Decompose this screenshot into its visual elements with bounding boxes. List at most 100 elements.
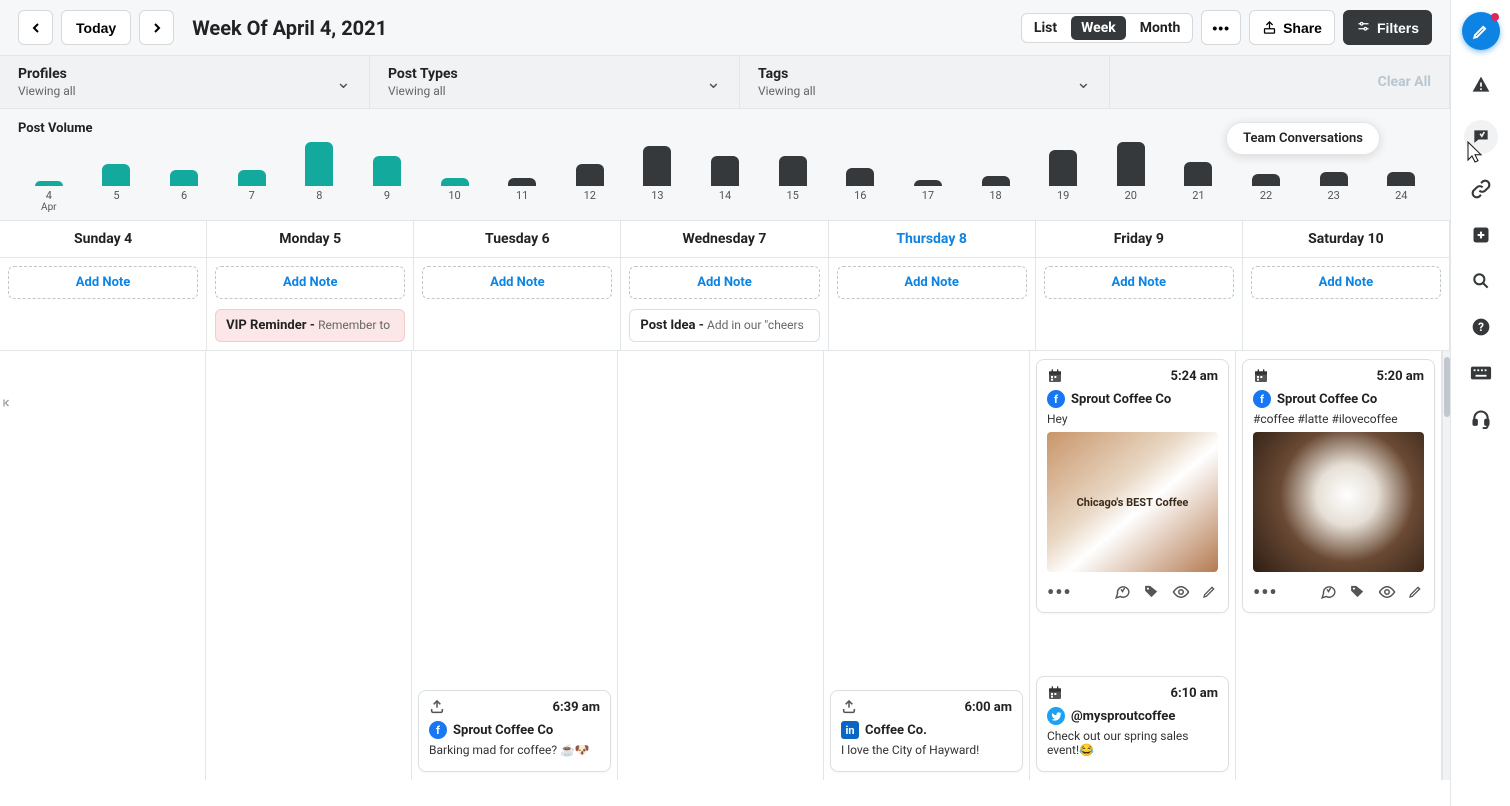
more-menu-button[interactable]: ••• [1201, 10, 1241, 45]
filters-button[interactable]: Filters [1343, 10, 1432, 45]
filter-bar: ProfilesViewing all ⌄ Post Types Viewing … [0, 56, 1450, 109]
comment-icon[interactable] [1320, 583, 1337, 601]
volume-bar[interactable] [643, 146, 671, 186]
prev-week-button[interactable] [18, 10, 53, 45]
volume-bar[interactable] [441, 178, 469, 186]
post-time: 6:39 am [553, 700, 601, 715]
clear-all-link[interactable]: Clear All [1378, 74, 1431, 90]
filter-posttypes-sub: Viewing all [388, 84, 458, 98]
post-card[interactable]: 5:20 amfSprout Coffee Co#coffee #latte #… [1242, 359, 1435, 613]
alerts-icon[interactable] [1470, 74, 1492, 96]
volume-bar[interactable] [982, 176, 1010, 186]
filter-post-types[interactable]: Post TypesViewing all ⌄ [370, 56, 740, 108]
volume-bar[interactable] [1117, 142, 1145, 186]
link-icon[interactable] [1470, 178, 1492, 200]
next-week-button[interactable] [139, 10, 174, 45]
calendar-note[interactable]: VIP Reminder - Remember to [215, 309, 405, 342]
post-more-icon[interactable]: ••• [1047, 580, 1072, 604]
post-account: inCoffee Co. [841, 721, 1012, 739]
left-drawer-handle[interactable] [0, 382, 14, 424]
team-conversations-tooltip: Team Conversations [1226, 122, 1380, 155]
facebook-icon: f [1047, 390, 1065, 408]
upload-icon [841, 699, 857, 715]
post-image: Chicago's BEST Coffee [1047, 432, 1218, 572]
post-column [618, 351, 824, 780]
comment-icon[interactable] [1114, 583, 1131, 601]
volume-bar-label: 9 [384, 190, 390, 214]
volume-bar[interactable] [170, 170, 198, 186]
volume-bar[interactable] [508, 178, 536, 186]
note-cell: Add Note [1036, 258, 1243, 350]
volume-bar[interactable] [1184, 162, 1212, 186]
post-account: fSprout Coffee Co [1253, 390, 1424, 408]
add-note-button[interactable]: Add Note [629, 266, 819, 299]
filter-profiles[interactable]: ProfilesViewing all ⌄ [0, 56, 370, 108]
volume-bar[interactable] [35, 181, 63, 186]
volume-bar[interactable] [102, 164, 130, 186]
post-time: 6:00 am [965, 700, 1013, 715]
view-week[interactable]: Week [1071, 16, 1126, 40]
edit-icon[interactable] [1408, 583, 1424, 601]
volume-bar[interactable] [1320, 172, 1348, 186]
volume-bar[interactable] [779, 156, 807, 186]
facebook-icon: f [429, 721, 447, 739]
share-button[interactable]: Share [1249, 10, 1335, 45]
filter-tags[interactable]: TagsViewing all ⌄ [740, 56, 1110, 108]
search-icon[interactable] [1470, 270, 1492, 292]
post-card[interactable]: 6:39 amfSprout Coffee CoBarking mad for … [418, 690, 611, 772]
volume-bar[interactable] [1387, 172, 1415, 186]
posts-grid: 6:39 amfSprout Coffee CoBarking mad for … [0, 350, 1450, 780]
post-card[interactable]: 6:00 am inCoffee Co. I love the City of Ha… [830, 690, 1023, 772]
add-note-button[interactable]: Add Note [1251, 266, 1441, 299]
volume-bar[interactable] [914, 180, 942, 186]
volume-bar-label: 5 [113, 190, 119, 214]
day-header: Sunday 4 [0, 221, 207, 257]
add-note-button[interactable]: Add Note [837, 266, 1027, 299]
post-time: 5:24 am [1171, 369, 1219, 384]
tag-icon[interactable] [1143, 583, 1160, 601]
volume-bar[interactable] [846, 168, 874, 186]
help-icon[interactable]: ? [1470, 316, 1492, 338]
edit-icon[interactable] [1202, 583, 1218, 601]
filters-label: Filters [1377, 20, 1419, 36]
day-header: Monday 5 [207, 221, 414, 257]
post-column: 6:00 am inCoffee Co. I love the City of Ha… [824, 351, 1030, 780]
volume-bar[interactable] [373, 156, 401, 186]
volume-bar[interactable] [305, 142, 333, 186]
volume-bar[interactable] [576, 164, 604, 186]
scrollbar[interactable] [1442, 351, 1450, 780]
conversations-icon[interactable] [1464, 120, 1498, 154]
volume-bar-label: 16 [854, 190, 866, 214]
volume-bar[interactable] [1049, 150, 1077, 186]
eye-icon[interactable] [1378, 583, 1396, 601]
headset-icon[interactable] [1470, 408, 1492, 430]
add-note-button[interactable]: Add Note [8, 266, 198, 299]
tag-icon[interactable] [1349, 583, 1366, 601]
post-card[interactable]: 5:24 amfSprout Coffee CoHeyChicago's BES… [1036, 359, 1229, 613]
day-header: Thursday 8 [829, 221, 1036, 257]
calendar-icon [1253, 368, 1269, 384]
calendar-note[interactable]: Post Idea - Add in our "cheers [629, 309, 819, 342]
compose-button[interactable] [1462, 12, 1500, 50]
view-month[interactable]: Month [1128, 14, 1193, 42]
chevron-down-icon: ⌄ [1076, 72, 1091, 93]
post-card[interactable]: 6:10 am@mysproutcoffeeCheck out our spri… [1036, 676, 1229, 772]
volume-bar-label: 24 [1395, 190, 1407, 214]
add-note-button[interactable]: Add Note [422, 266, 612, 299]
add-icon[interactable] [1470, 224, 1492, 246]
filter-tags-sub: Viewing all [758, 84, 816, 98]
volume-bar[interactable] [1252, 174, 1280, 186]
add-note-button[interactable]: Add Note [1044, 266, 1234, 299]
volume-bar[interactable] [238, 170, 266, 186]
post-more-icon[interactable]: ••• [1253, 580, 1278, 604]
post-column: 5:24 amfSprout Coffee CoHeyChicago's BES… [1030, 351, 1236, 780]
volume-bar-label: 22 [1260, 190, 1272, 214]
eye-icon[interactable] [1172, 583, 1190, 601]
post-text: I love the City of Hayward! [841, 743, 1012, 757]
add-note-button[interactable]: Add Note [215, 266, 405, 299]
keyboard-icon[interactable] [1470, 362, 1492, 384]
volume-bar[interactable] [711, 156, 739, 186]
today-button[interactable]: Today [61, 10, 131, 45]
filter-posttypes-label: Post Types [388, 66, 458, 82]
view-list[interactable]: List [1022, 14, 1069, 42]
